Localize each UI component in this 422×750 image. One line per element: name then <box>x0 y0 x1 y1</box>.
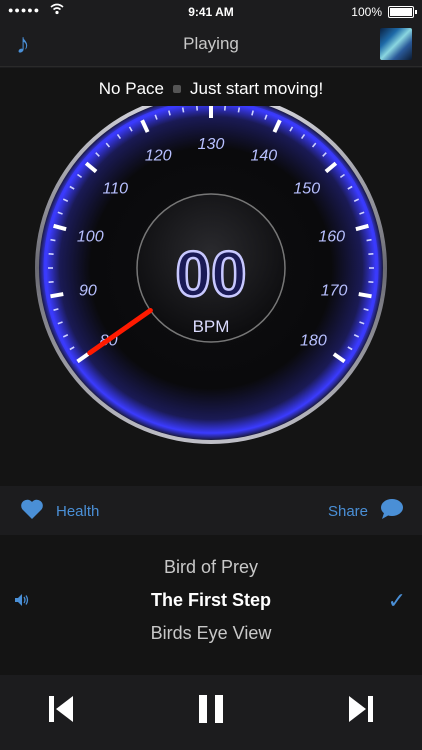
share-label: Share <box>327 503 368 520</box>
navigation-bar: ♪ Playing <box>0 22 422 67</box>
heart-icon <box>20 498 44 525</box>
action-bar: Health Share <box>0 486 422 534</box>
gauge-tick-label: 180 <box>300 333 327 350</box>
track-current[interactable]: The First Step <box>0 590 422 611</box>
gauge-tick-label: 90 <box>79 283 97 300</box>
gauge-minor-tick <box>181 107 185 113</box>
skip-forward-icon[interactable] <box>348 692 374 731</box>
album-art-thumbnail[interactable] <box>380 28 412 60</box>
pace-status-bar: No Pace Just start moving! <box>0 68 422 106</box>
status-bar: ●●●●● 9:41 AM 100% <box>0 0 422 22</box>
pace-message: Just start moving! <box>189 79 324 98</box>
bpm-label: BPM <box>193 317 230 336</box>
gauge-tick-label: 110 <box>102 181 128 198</box>
battery-percent: 100% <box>351 5 382 19</box>
track-previous[interactable]: Bird of Prey <box>0 557 422 578</box>
gauge-tick-label: 140 <box>250 148 277 165</box>
gauge-tick-label: 120 <box>145 148 172 165</box>
gauge-major-tick <box>358 292 372 299</box>
gauge-minor-tick <box>50 238 56 242</box>
page-title: Playing <box>183 34 239 53</box>
gauge-major-tick <box>50 292 64 299</box>
bpm-gauge: 8090100110120130140150160170180 00 BPM <box>0 106 422 486</box>
checkmark-icon: ✓ <box>387 588 406 613</box>
gauge-svg: 8090100110120130140150160170180 00 BPM <box>35 106 387 444</box>
gauge-tick-label: 130 <box>198 136 225 153</box>
health-label: Health <box>56 503 100 520</box>
pace-indicator-icon <box>172 84 181 93</box>
battery-icon <box>388 6 417 18</box>
gauge-tick-label: 160 <box>318 229 345 246</box>
gauge-tick-label: 150 <box>293 181 320 198</box>
track-list: Bird of Prey The First Step ✓ Birds Eye … <box>0 535 422 675</box>
gauge-minor-tick <box>237 107 241 113</box>
pace-status: No Pace Just start moving! <box>0 79 422 99</box>
playback-controls <box>0 676 422 750</box>
speech-bubble-icon <box>380 498 404 525</box>
gauge-tick-label: 100 <box>77 229 104 246</box>
gauge-tick-label: 170 <box>321 283 348 300</box>
pause-icon[interactable] <box>197 692 225 731</box>
pace-label: No Pace <box>98 79 164 98</box>
bpm-value: 00 <box>175 238 246 310</box>
gauge-minor-tick <box>366 238 372 242</box>
health-button[interactable]: Health <box>20 498 99 525</box>
share-button[interactable]: Share <box>328 498 404 525</box>
skip-back-icon[interactable] <box>48 692 74 731</box>
track-next[interactable]: Birds Eye View <box>0 623 422 644</box>
